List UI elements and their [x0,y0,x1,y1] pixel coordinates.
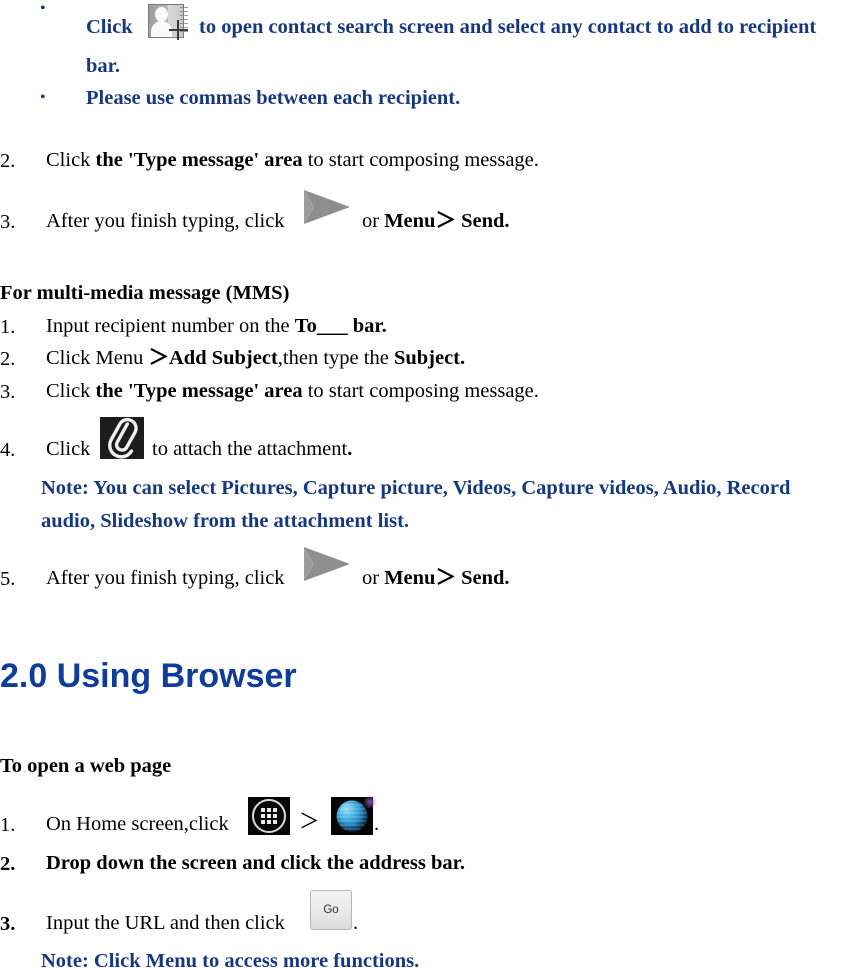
mms-step-5-mid: or [362,567,385,589]
mms-step-3-number: 3. [0,381,16,403]
mms-step-3-pre: Click [46,380,96,402]
browser-step-1-separator: ＞ [299,811,320,833]
browser-step-3-period: . [353,912,359,934]
mms-step-4-pre: Click [46,438,91,460]
sms-step-3-number: 3. [0,211,16,233]
send-arrow-svg-2 [304,547,350,581]
go-button-icon[interactable]: Go [310,890,352,930]
mms-step-2-mid: ,then type the [277,347,394,369]
mms-step-2-pre: Click Menu [46,347,149,369]
sms-step-3-pre: After you finish typing, click [46,210,285,232]
browser-note: Note: Click Menu to access more function… [41,950,420,972]
paperclip-icon[interactable] [100,417,144,459]
contact-add-icon[interactable] [148,4,190,40]
bullet-1-text-line1: to open contact search screen and select… [199,16,817,38]
browser-step-3-number: 3. [0,913,16,935]
sms-step-3-mid: or [362,210,385,232]
app-drawer-icon[interactable] [248,797,290,835]
browser-step-1-period: . [374,813,380,835]
bullet-1-click-label: Click [86,16,133,38]
mms-step-4-tail: to attach the attachment. [152,439,352,460]
page-title: 2.0 Using Browser [0,657,297,695]
browser-subheading: To open a web page [0,755,172,777]
mms-step-4-post: to attach the attachment [152,438,348,460]
mms-step-5-number: 5. [0,568,16,590]
sms-step-2-post: to start composing message. [302,149,539,171]
mms-step-2-add-subject: ＞Add Subject [148,347,278,369]
sms-step-2-pre: Click [46,149,96,171]
bullet-2-text: Please use commas between each recipient… [86,87,461,109]
mms-section-title: For multi-media message (MMS) [0,282,290,304]
mms-step-3-bold: the 'Type message' area [95,380,303,402]
mms-note-line2: audio, Slideshow from the attachment lis… [41,510,410,532]
bullet-marker-2: • [40,89,46,106]
mms-step-1-number: 1. [0,316,16,338]
browser-step-1-number: 1. [0,814,16,836]
send-arrow-svg [304,190,350,224]
mms-step-5-tail: or Menu＞ Send. [362,568,510,589]
mms-step-1-pre: Input recipient number on the [46,315,295,337]
send-arrow-icon-2[interactable] [300,544,354,584]
sms-step-2-number: 2. [0,150,16,172]
mms-step-2-subject: Subject. [393,347,466,369]
bullet-marker-1: • [40,0,46,17]
sms-step-3-menu-send: Menu＞ Send. [384,210,510,232]
send-arrow-icon[interactable] [300,187,354,227]
mms-step-1-bold: To___ bar. [294,315,387,337]
sms-step-2-text: Click the 'Type message' area to start c… [46,150,539,171]
sms-step-3-tail: or Menu＞ Send. [362,211,510,232]
go-button-label: Go [323,904,339,916]
browser-step-3-pre: Input the URL and then click [46,912,285,934]
mms-step-2-text: Click Menu ＞Add Subject,then type the Su… [46,348,465,369]
mms-step-1-text: Input recipient number on the To___ bar. [46,316,387,337]
app-drawer-grid [261,808,277,824]
sms-step-2-bold: the 'Type message' area [95,149,303,171]
mms-step-2-number: 2. [0,348,16,370]
mms-step-5-menu-send: Menu＞ Send. [384,567,510,589]
mms-step-3-post: to start composing message. [302,380,539,402]
bullet-1-text-line2: bar. [86,55,120,77]
mms-step-4-number: 4. [0,439,16,461]
mms-note-line1: Note: You can select Pictures, Capture p… [41,477,791,499]
browser-step-2-text: Drop down the screen and click the addre… [46,852,465,874]
browser-step-2-number: 2. [0,853,16,875]
contact-head-shape [155,7,168,22]
globe-purple-glow [363,795,377,809]
contact-plus-horizontal [169,29,188,31]
document-page: • Click to open contact search screen an… [0,0,864,972]
browser-globe-icon[interactable] [331,795,377,835]
mms-step-5-pre: After you finish typing, click [46,567,285,589]
mms-step-3-text: Click the 'Type message' area to start c… [46,381,539,402]
mms-step-4-period: . [347,438,353,460]
browser-step-1-pre: On Home screen,click [46,813,229,835]
paperclip-svg [108,417,138,459]
